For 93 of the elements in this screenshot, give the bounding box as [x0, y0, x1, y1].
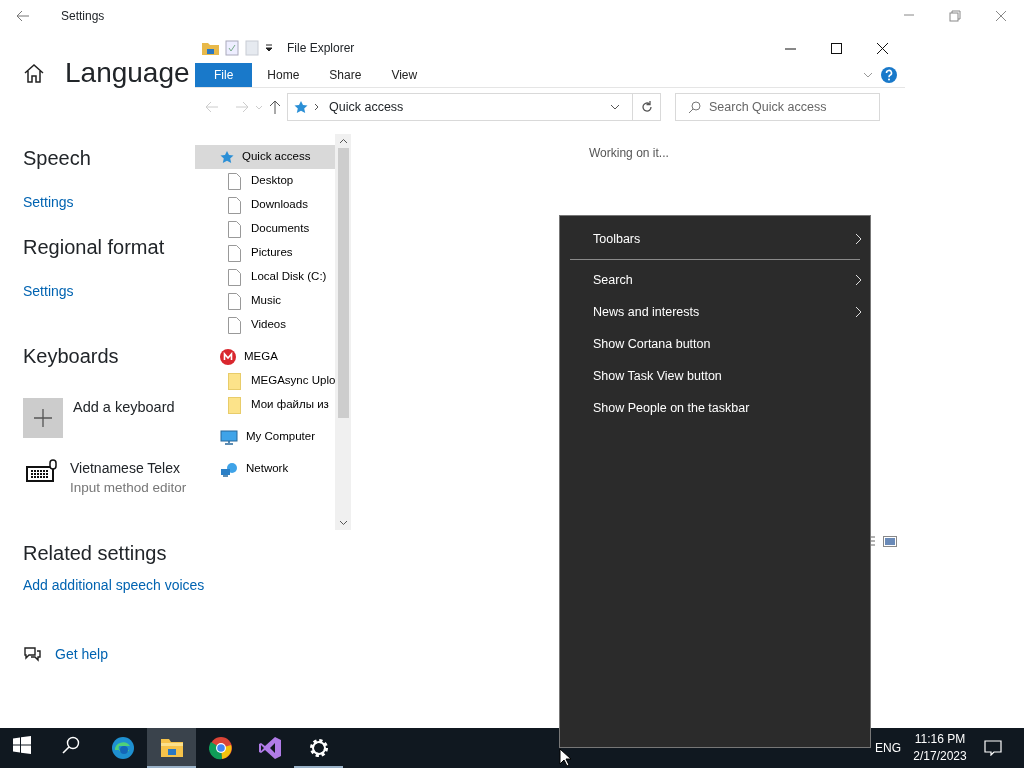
page-icon	[228, 316, 241, 334]
plus-icon	[33, 408, 53, 428]
chevron-right-icon	[855, 274, 862, 286]
folder-icon	[228, 372, 241, 390]
help-icon[interactable]	[881, 67, 897, 83]
chevron-down-icon[interactable]	[863, 72, 873, 78]
taskbar-button[interactable]	[147, 728, 196, 768]
section-heading: Keyboards	[23, 344, 119, 369]
language-indicator[interactable]: ENG	[875, 739, 901, 757]
help-chat-icon	[23, 646, 41, 662]
restore-icon	[949, 10, 961, 22]
scroll-down-icon	[338, 520, 348, 526]
add-button[interactable]	[23, 398, 63, 438]
nav-item[interactable]: Мои файлы из	[195, 393, 335, 417]
folder-icon	[159, 736, 184, 760]
ribbon-tab[interactable]: Share	[314, 63, 377, 87]
nav-item[interactable]: MEGAsync Uplo	[195, 369, 335, 393]
status-text: Working on it...	[589, 145, 669, 162]
refresh-icon	[640, 101, 653, 113]
keyboard-name: Vietnamese Telex	[70, 459, 181, 478]
address-bar[interactable]: Quick access	[287, 93, 661, 121]
search-icon	[688, 100, 701, 114]
menu-item[interactable]: Show People on the taskbar	[560, 392, 870, 424]
nav-item[interactable]: Downloads	[195, 193, 335, 217]
nav-item[interactable]: Quick access	[195, 145, 335, 169]
nav-item[interactable]: Videos	[195, 313, 335, 337]
chevron-right-icon	[855, 306, 862, 318]
menu-item[interactable]: Show Task View button	[560, 360, 870, 392]
link[interactable]: Settings	[23, 281, 74, 301]
section-heading: Speech	[23, 146, 91, 171]
page-icon	[228, 220, 241, 238]
nav-item[interactable]: Local Disk (C:)	[195, 265, 335, 289]
folder-icon	[228, 396, 241, 414]
network-icon	[220, 461, 238, 477]
link[interactable]: Add additional speech voices	[23, 575, 205, 595]
ribbon-icon	[257, 736, 282, 760]
nav-item[interactable]: Documents	[195, 217, 335, 241]
chrome-icon	[208, 736, 233, 760]
window-title: File Explorer	[287, 40, 355, 57]
add-keyboard-label: Add a keyboard	[73, 398, 175, 417]
section-heading: Related settings	[23, 541, 167, 566]
address-text: Quick access	[329, 98, 404, 116]
nav-item[interactable]: Music	[195, 289, 335, 313]
ribbon-tab[interactable]: View	[376, 63, 433, 87]
menu-item[interactable]: Toolbars	[560, 223, 870, 255]
checkmark-icon[interactable]	[225, 40, 239, 56]
page-icon	[228, 172, 241, 190]
ribbon-tab[interactable]: File	[195, 63, 253, 87]
up-arrow-icon[interactable]	[269, 100, 281, 114]
page-icon	[228, 268, 241, 286]
star-icon	[220, 150, 234, 164]
ribbon-tab[interactable]: Home	[252, 63, 315, 87]
section-heading: Regional format	[23, 235, 165, 260]
scroll-up-icon	[338, 138, 348, 144]
star-icon	[294, 100, 308, 114]
dropdown-icon[interactable]	[265, 44, 273, 52]
menu-item[interactable]: Show Cortana button	[560, 328, 870, 360]
keyboard-description: Input method editor	[70, 479, 187, 497]
nav-item[interactable]: My Computer	[195, 425, 335, 449]
mega-logo-icon	[220, 349, 236, 365]
page-icon	[228, 244, 241, 262]
window-title: Settings	[61, 8, 105, 25]
scroll-thumb[interactable]	[337, 148, 349, 418]
menu-item[interactable]: Search	[560, 264, 870, 296]
chat-bubble-icon	[984, 740, 1002, 756]
nav-item[interactable]: Pictures	[195, 241, 335, 265]
maximize-icon	[830, 42, 842, 54]
nav-item[interactable]: Network	[195, 457, 335, 481]
home-icon[interactable]	[23, 63, 45, 83]
nav-item[interactable]: Desktop	[195, 169, 335, 193]
search-field[interactable]: Search Quick access	[675, 93, 880, 121]
scrollbar[interactable]	[335, 134, 351, 530]
page-heading: Language	[65, 56, 190, 90]
close-icon	[995, 10, 1007, 22]
page-icon	[228, 196, 241, 214]
computer-icon	[220, 429, 238, 445]
browser-wave-icon	[110, 736, 135, 760]
large-icons-view-icon[interactable]	[883, 536, 897, 547]
menu-item[interactable]: News and interests	[560, 296, 870, 328]
clock-date[interactable]: 2/17/2023	[909, 748, 971, 765]
clock-time[interactable]: 11:16 PM	[909, 731, 971, 748]
link[interactable]: Settings	[23, 192, 74, 212]
back-icon	[16, 10, 30, 22]
keyboard-icon	[26, 459, 58, 483]
link[interactable]: Get help	[55, 644, 108, 664]
chevron-down-icon	[610, 104, 620, 110]
page-icon	[228, 292, 241, 310]
nav-item[interactable]: MEGA	[195, 345, 335, 369]
chevron-right-icon	[855, 233, 862, 245]
folder-icon[interactable]	[202, 41, 219, 55]
mouse-cursor-icon	[559, 748, 571, 767]
chevron-right-icon	[314, 103, 319, 111]
close-icon	[876, 42, 888, 54]
